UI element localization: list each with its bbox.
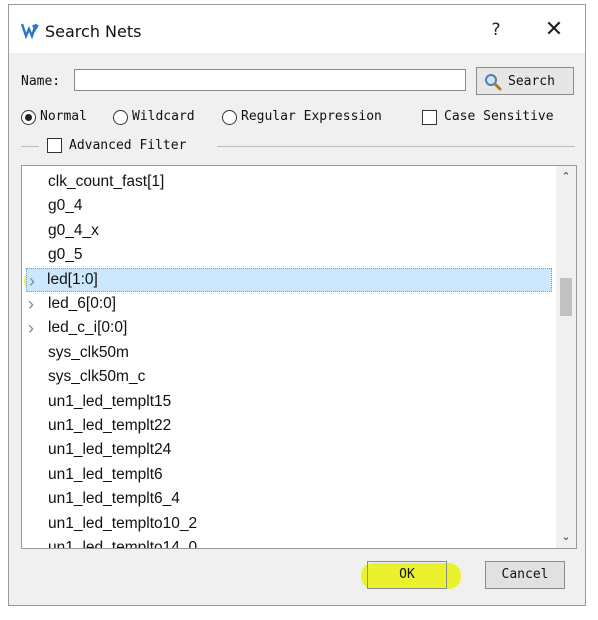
radio-wildcard[interactable]: [113, 110, 128, 125]
vertical-scrollbar[interactable]: ⌃ ⌄: [556, 166, 576, 548]
case-sensitive-label: Case Sensitive: [444, 109, 554, 124]
list-item-label: led_c_i[0:0]: [48, 319, 128, 337]
nets-list[interactable]: clk_count_fast[1] g0_4 g0_4_x g0_5 › led[1:0]…: [21, 165, 577, 549]
list-item[interactable]: g0_5: [22, 243, 552, 267]
list-item-label: un1_led_templto14_0: [48, 539, 198, 549]
list-item-label: sys_clk50m: [48, 343, 129, 361]
close-button[interactable]: ✕: [541, 17, 567, 43]
list-item[interactable]: sys_clk50m: [22, 341, 552, 365]
case-sensitive-checkbox[interactable]: [422, 110, 437, 125]
cancel-button[interactable]: Cancel: [485, 561, 565, 589]
list-item-label: clk_count_fast[1]: [48, 173, 165, 190]
list-item[interactable]: un1_led_templt6_4: [22, 487, 552, 511]
chevron-right-icon[interactable]: ›: [28, 292, 34, 316]
list-item-label: g0_4: [48, 197, 83, 215]
list-item[interactable]: sys_clk50m_c: [22, 365, 552, 389]
list-item[interactable]: › led_c_i[0:0]: [22, 316, 552, 340]
scroll-down-icon[interactable]: ⌄: [559, 530, 573, 544]
list-item[interactable]: un1_led_templto14_0: [22, 536, 552, 549]
list-item[interactable]: › led[1:0]: [26, 267, 552, 293]
list-item-label: un1_led_templt24: [48, 441, 172, 459]
name-input[interactable]: [74, 69, 466, 91]
search-button[interactable]: Search: [476, 67, 574, 95]
list-item[interactable]: un1_led_templto10_2: [22, 512, 552, 536]
filter-divider-right: [217, 146, 575, 147]
chevron-right-icon[interactable]: ›: [28, 316, 34, 340]
search-button-label: Search: [508, 74, 555, 89]
list-item[interactable]: g0_4: [22, 194, 552, 218]
scroll-up-icon[interactable]: ⌃: [559, 170, 573, 184]
radio-regular-expression[interactable]: [222, 110, 237, 125]
list-item[interactable]: un1_led_templt22: [22, 414, 552, 438]
list-item-label: un1_led_templt6_4: [48, 490, 180, 508]
list-item-label: led_6[0:0]: [48, 295, 117, 312]
radio-normal[interactable]: [21, 110, 36, 125]
search-icon: [485, 74, 502, 91]
app-logo-icon: [21, 23, 39, 39]
list-item[interactable]: g0_4_x: [22, 219, 552, 243]
scrollbar-thumb[interactable]: [560, 278, 572, 316]
name-label: Name:: [21, 74, 61, 89]
list-item-label: un1_led_templto10_2: [48, 514, 198, 532]
list-item-label: g0_5: [48, 246, 83, 264]
radio-wildcard-label: Wildcard: [132, 109, 195, 124]
advanced-filter-checkbox[interactable]: [47, 138, 62, 153]
chevron-right-icon[interactable]: ›: [29, 269, 35, 293]
list-item-label: g0_4_x: [48, 221, 99, 239]
ok-button[interactable]: OK: [367, 561, 447, 589]
list-item[interactable]: clk_count_fast[1]: [22, 170, 552, 194]
list-item-label: un1_led_templt22: [48, 417, 172, 434]
list-item[interactable]: › led_6[0:0]: [22, 292, 552, 316]
list-item-label: sys_clk50m_c: [48, 368, 146, 386]
window-title: Search Nets: [45, 22, 142, 41]
help-button[interactable]: ?: [485, 19, 507, 41]
radio-normal-label: Normal: [40, 109, 87, 124]
advanced-filter-label: Advanced Filter: [69, 138, 187, 153]
filter-divider-left: [21, 146, 39, 147]
list-item[interactable]: un1_led_templt6: [22, 463, 552, 487]
list-item-label: un1_led_templt15: [48, 392, 172, 410]
search-nets-dialog: Search Nets ? ✕ Name: Search Normal Wild…: [8, 4, 586, 606]
list-item[interactable]: un1_led_templt15: [22, 390, 552, 414]
title-bar: Search Nets ? ✕: [9, 5, 585, 53]
radio-regex-label: Regular Expression: [241, 109, 382, 124]
list-item-label: led[1:0]: [47, 270, 98, 288]
list-item-label: un1_led_templt6: [48, 465, 163, 483]
list-item[interactable]: un1_led_templt24: [22, 438, 552, 462]
